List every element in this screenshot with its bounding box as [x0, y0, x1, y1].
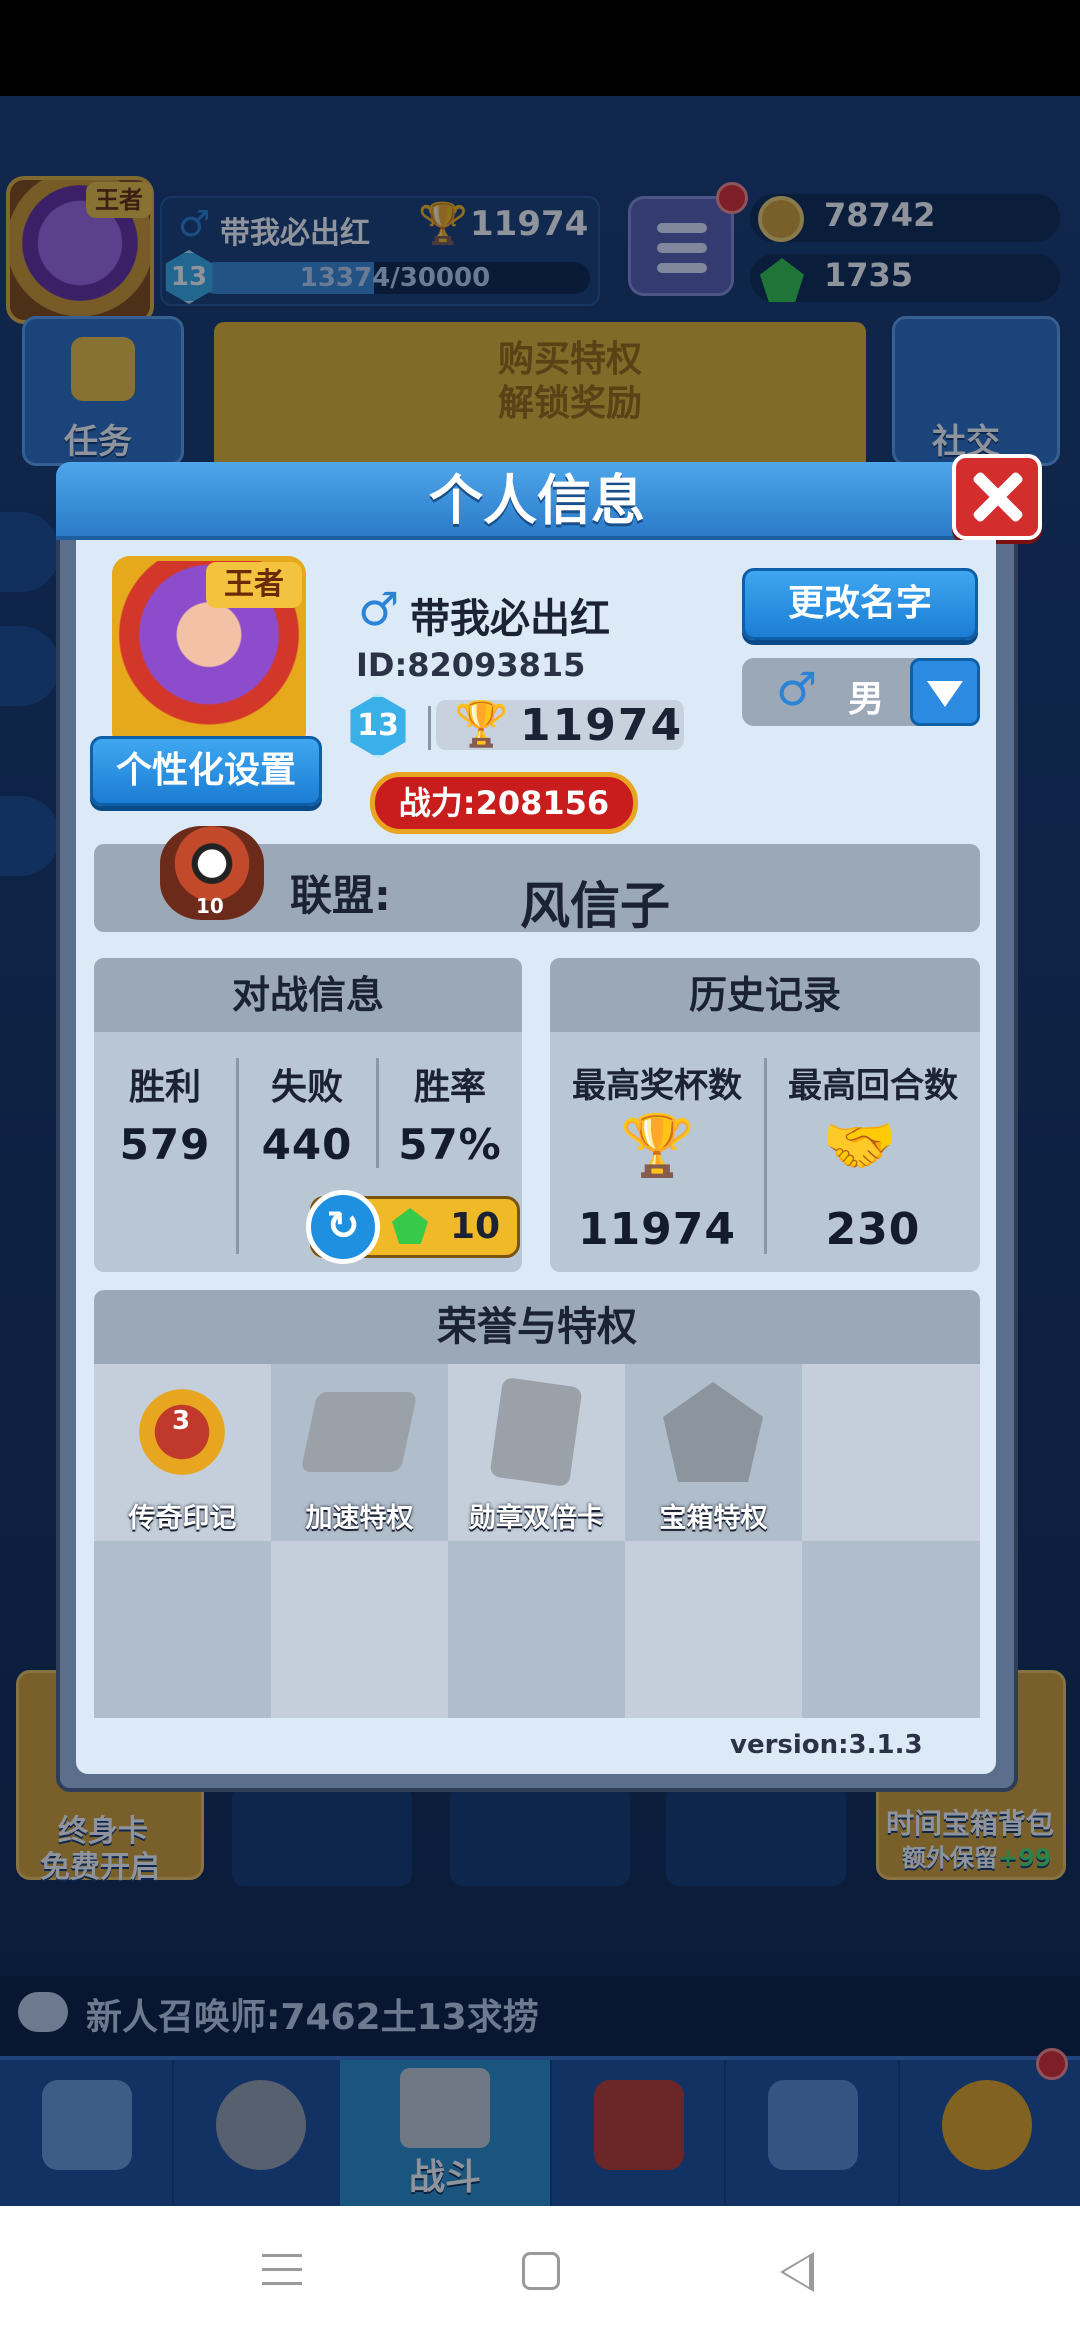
- honor-empty-slot: [271, 1541, 448, 1718]
- max-trophies-trophy-icon: 🏆: [620, 1111, 695, 1181]
- alliance-level: 10: [196, 894, 224, 918]
- handshake-icon: 🤝: [822, 1111, 897, 1181]
- refresh-icon: ↻: [306, 1190, 380, 1264]
- alliance-name: 风信子: [520, 877, 670, 935]
- system-menu-button[interactable]: [262, 2254, 302, 2288]
- speed-privilege-icon: [300, 1392, 418, 1472]
- honor-label-chest: 宝箱特权: [659, 1503, 768, 1534]
- medal-double-card-icon: [489, 1376, 583, 1488]
- profile-trophy-count: 11974: [520, 700, 684, 751]
- profile-name: 带我必出红: [410, 596, 610, 642]
- system-back-button[interactable]: [780, 2252, 814, 2292]
- honor-label-speed: 加速特权: [305, 1503, 414, 1534]
- honor-legend-mark[interactable]: 3 传奇印记: [94, 1364, 271, 1541]
- rename-button[interactable]: 更改名字: [742, 568, 978, 640]
- version-text: version:3.1.3: [730, 1730, 923, 1760]
- honor-empty-slot: [625, 1541, 802, 1718]
- honor-speed-privilege[interactable]: 加速特权: [271, 1364, 448, 1541]
- alliance-label: 联盟:: [290, 871, 391, 920]
- gender-value: 男: [848, 679, 885, 720]
- refresh-cost: 10: [450, 1206, 501, 1247]
- profile-divider: [428, 706, 431, 750]
- honor-empty-slot: [802, 1541, 980, 1718]
- wins-value: 579: [119, 1120, 211, 1169]
- losses-value: 440: [261, 1120, 353, 1169]
- max-rounds-value: 230: [825, 1204, 921, 1255]
- profile-rank-badge: 王者: [206, 562, 302, 608]
- winrate-label: 胜率: [413, 1067, 486, 1108]
- modal-title: 个人信息: [429, 469, 645, 532]
- honor-empty-slot: [94, 1541, 271, 1718]
- honor-chest-privilege[interactable]: 宝箱特权: [625, 1364, 802, 1541]
- losses-label: 失败: [270, 1067, 343, 1108]
- legend-mark-level: 3: [172, 1406, 191, 1436]
- history-title: 历史记录: [550, 958, 980, 1032]
- honor-medal-double[interactable]: 勋章双倍卡: [448, 1364, 625, 1541]
- winrate-value: 57%: [398, 1120, 502, 1169]
- honor-empty-slot: [448, 1541, 625, 1718]
- power-badge: 战力:208156: [370, 772, 638, 834]
- status-bar: [0, 0, 1080, 96]
- system-home-button[interactable]: [522, 2252, 560, 2290]
- battle-info-title: 对战信息: [94, 958, 522, 1032]
- honor-label-medal: 勋章双倍卡: [469, 1503, 604, 1534]
- honors-title: 荣誉与特权: [94, 1290, 980, 1364]
- max-rounds-label: 最高回合数: [788, 1066, 958, 1106]
- customize-button[interactable]: 个性化设置: [90, 736, 322, 806]
- gender-dropdown-button[interactable]: [910, 658, 980, 726]
- wins-label: 胜利: [128, 1067, 201, 1108]
- honor-label-legend: 传奇印记: [128, 1503, 237, 1534]
- profile-id: ID:82093815: [356, 646, 586, 684]
- honor-empty-slot: [802, 1364, 980, 1541]
- close-button[interactable]: [952, 454, 1042, 540]
- chevron-down-icon: [927, 681, 963, 707]
- max-trophies-label: 最高奖杯数: [572, 1066, 742, 1106]
- max-trophies-value: 11974: [577, 1204, 737, 1255]
- honors-grid: 3 传奇印记 加速特权 勋章双倍卡 宝箱特权: [94, 1364, 980, 1718]
- profile-trophy-icon: 🏆: [454, 699, 509, 750]
- gender-male-icon: ♂: [776, 662, 818, 716]
- profile-male-icon: ♂: [358, 582, 400, 636]
- chest-privilege-icon: [663, 1382, 763, 1482]
